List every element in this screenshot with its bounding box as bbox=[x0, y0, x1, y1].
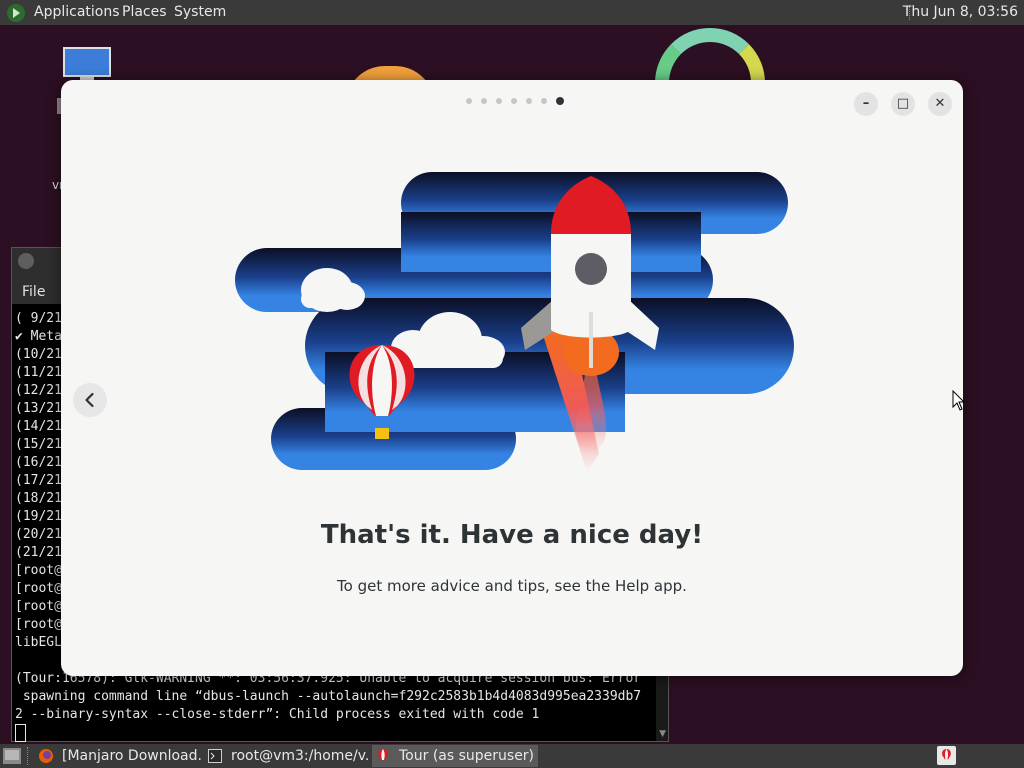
terminal-output: ( 9/21 ✔ Meta (10/21 (11/21 (12/21 (13/21 (14/… bbox=[15, 310, 62, 652]
terminal-icon bbox=[208, 749, 222, 763]
terminal-line: spawning command line “dbus-launch --aut… bbox=[15, 689, 642, 704]
terminal-line: [root@ bbox=[15, 599, 62, 614]
tour-dialog[interactable]: – □ ✕ That's it. Have a nice day! To get… bbox=[61, 80, 963, 676]
terminal-line: (14/21 bbox=[15, 419, 62, 434]
menu-file[interactable]: File bbox=[22, 284, 45, 300]
terminal-line: (20/21 bbox=[15, 527, 62, 542]
minimize-button[interactable]: – bbox=[854, 92, 878, 116]
page-dot[interactable] bbox=[466, 98, 472, 104]
task-label: Tour (as superuser) bbox=[399, 748, 535, 764]
terminal-line: (13/21 bbox=[15, 401, 62, 416]
clock[interactable]: Thu Jun 8, 03:56 bbox=[903, 4, 1018, 20]
page-dot-current[interactable] bbox=[556, 97, 564, 105]
show-desktop-icon[interactable] bbox=[3, 748, 21, 764]
computer-desktop-icon[interactable] bbox=[63, 47, 111, 77]
tour-icon bbox=[942, 749, 951, 760]
scroll-down-arrow-icon[interactable]: ▼ bbox=[659, 729, 666, 739]
page-dot[interactable] bbox=[511, 98, 517, 104]
taskbar-item-firefox[interactable]: [Manjaro Download... bbox=[36, 745, 202, 767]
taskbar-item-terminal[interactable]: root@vm3:/home/v... bbox=[206, 745, 370, 767]
terminal-line: (11/21 bbox=[15, 365, 62, 380]
page-dot[interactable] bbox=[541, 98, 547, 104]
terminal-line: (19/21 bbox=[15, 509, 62, 524]
bottom-panel: [Manjaro Download... root@vm3:/home/v...… bbox=[0, 744, 1024, 768]
previous-page-button[interactable] bbox=[73, 383, 107, 417]
close-button[interactable]: ✕ bbox=[928, 92, 952, 116]
terminal-line: (17/21 bbox=[15, 473, 62, 488]
terminal-line: [root@ bbox=[15, 617, 62, 632]
manjaro-logo-icon[interactable] bbox=[6, 3, 26, 23]
firefox-icon bbox=[39, 749, 53, 763]
terminal-line: libEGL bbox=[15, 635, 62, 650]
taskbar-item-tour[interactable]: Tour (as superuser) bbox=[372, 745, 538, 767]
chevron-left-icon bbox=[85, 392, 94, 408]
menu-system[interactable]: System bbox=[174, 4, 226, 20]
terminal-line: ✔ Meta bbox=[15, 329, 62, 344]
terminal-line: [root@ bbox=[15, 563, 62, 578]
terminal-line: ( 9/21 bbox=[15, 311, 62, 326]
terminal-line: [root@ bbox=[15, 581, 62, 596]
mouse-pointer-icon bbox=[952, 390, 966, 411]
terminal-cursor[interactable] bbox=[15, 724, 641, 743]
task-label: [Manjaro Download... bbox=[62, 748, 202, 764]
page-dot[interactable] bbox=[526, 98, 532, 104]
terminal-line: (12/21 bbox=[15, 383, 62, 398]
tour-icon bbox=[378, 749, 388, 760]
menu-applications[interactable]: Applications bbox=[34, 4, 120, 20]
rocket-illustration bbox=[235, 172, 794, 472]
maximize-button[interactable]: □ bbox=[891, 92, 915, 116]
menu-places[interactable]: Places bbox=[122, 4, 167, 20]
tour-title: That's it. Have a nice day! bbox=[320, 520, 704, 550]
terminal-line: (16/21 bbox=[15, 455, 62, 470]
terminal-line: (15/21 bbox=[15, 437, 62, 452]
terminal-line: (18/21 bbox=[15, 491, 62, 506]
terminal-output-tail: (Tour:16578): Gtk-WARNING **: 03:56:37.9… bbox=[15, 670, 641, 743]
window-menu-button[interactable] bbox=[18, 253, 34, 269]
top-panel: Applications Places System Thu Jun 8, 03… bbox=[0, 0, 1024, 25]
text-cursor bbox=[15, 724, 26, 742]
panel-separator bbox=[27, 747, 30, 765]
page-dot[interactable] bbox=[496, 98, 502, 104]
page-dot[interactable] bbox=[481, 98, 487, 104]
task-label: root@vm3:/home/v... bbox=[231, 748, 370, 764]
terminal-line: (21/21 bbox=[15, 545, 62, 560]
tour-subtitle: To get more advice and tips, see the Hel… bbox=[337, 577, 687, 595]
terminal-line: (10/21 bbox=[15, 347, 62, 362]
tray-tour-icon[interactable] bbox=[937, 746, 956, 765]
terminal-line: 2 --binary-syntax --close-stderr”: Child… bbox=[15, 707, 540, 722]
